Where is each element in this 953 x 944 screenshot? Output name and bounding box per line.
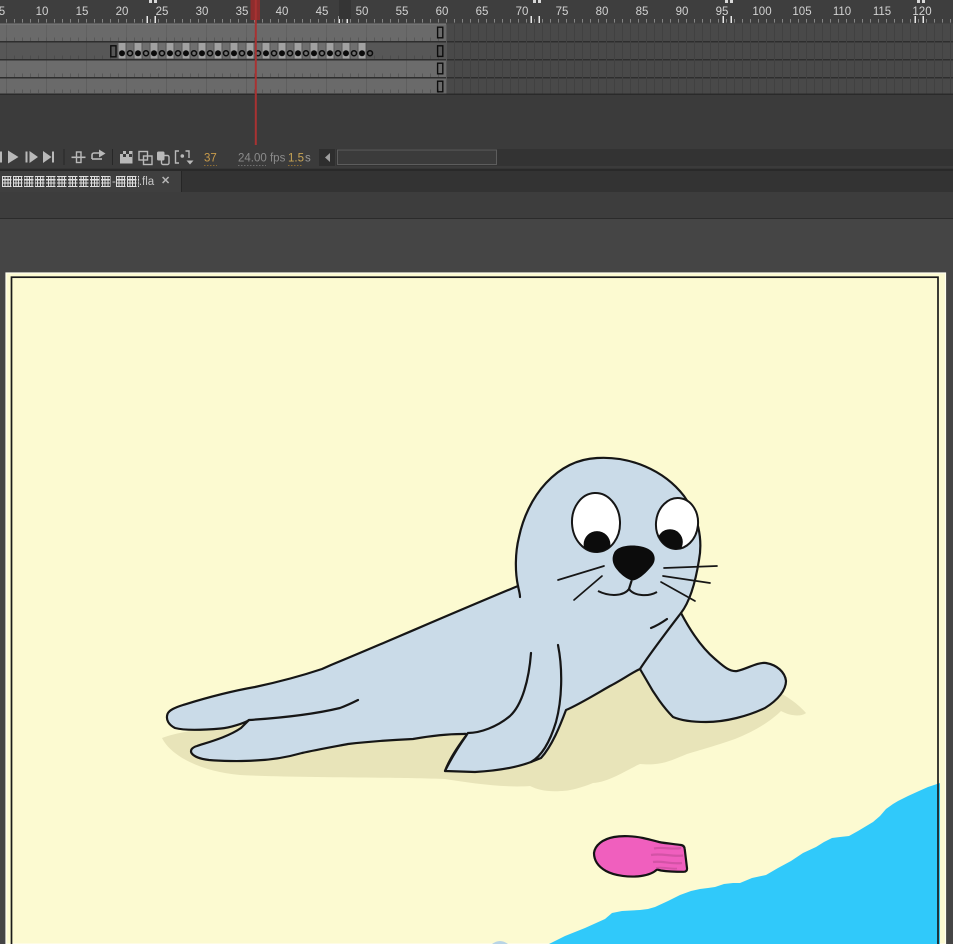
svg-text:70: 70	[516, 6, 529, 18]
svg-text:5: 5	[0, 6, 5, 18]
svg-text:100: 100	[752, 6, 771, 18]
svg-text:40: 40	[276, 6, 289, 18]
svg-text:30: 30	[196, 6, 209, 18]
svg-text:10: 10	[36, 6, 49, 18]
svg-text:80: 80	[596, 6, 609, 18]
svg-text:25: 25	[156, 6, 169, 18]
svg-text:35: 35	[236, 6, 249, 18]
svg-text:50: 50	[356, 6, 369, 18]
svg-text:60: 60	[436, 6, 449, 18]
svg-text:75: 75	[556, 6, 569, 18]
svg-text:15: 15	[76, 6, 89, 18]
svg-text:90: 90	[676, 6, 689, 18]
svg-text:37: 37	[204, 153, 217, 165]
svg-text:20: 20	[116, 6, 129, 18]
svg-text:120: 120	[912, 6, 931, 18]
svg-text:1.5: 1.5	[288, 153, 304, 165]
svg-text:55: 55	[396, 6, 409, 18]
svg-text:105: 105	[792, 6, 811, 18]
svg-text:45: 45	[316, 6, 329, 18]
svg-text:24.00 fps: 24.00 fps	[238, 153, 286, 165]
svg-text:s: s	[305, 153, 311, 165]
svg-text:95: 95	[716, 6, 729, 18]
svg-text:85: 85	[636, 6, 649, 18]
svg-text:65: 65	[476, 6, 489, 18]
svg-text:110: 110	[833, 6, 851, 18]
svg-text:115: 115	[873, 6, 891, 18]
